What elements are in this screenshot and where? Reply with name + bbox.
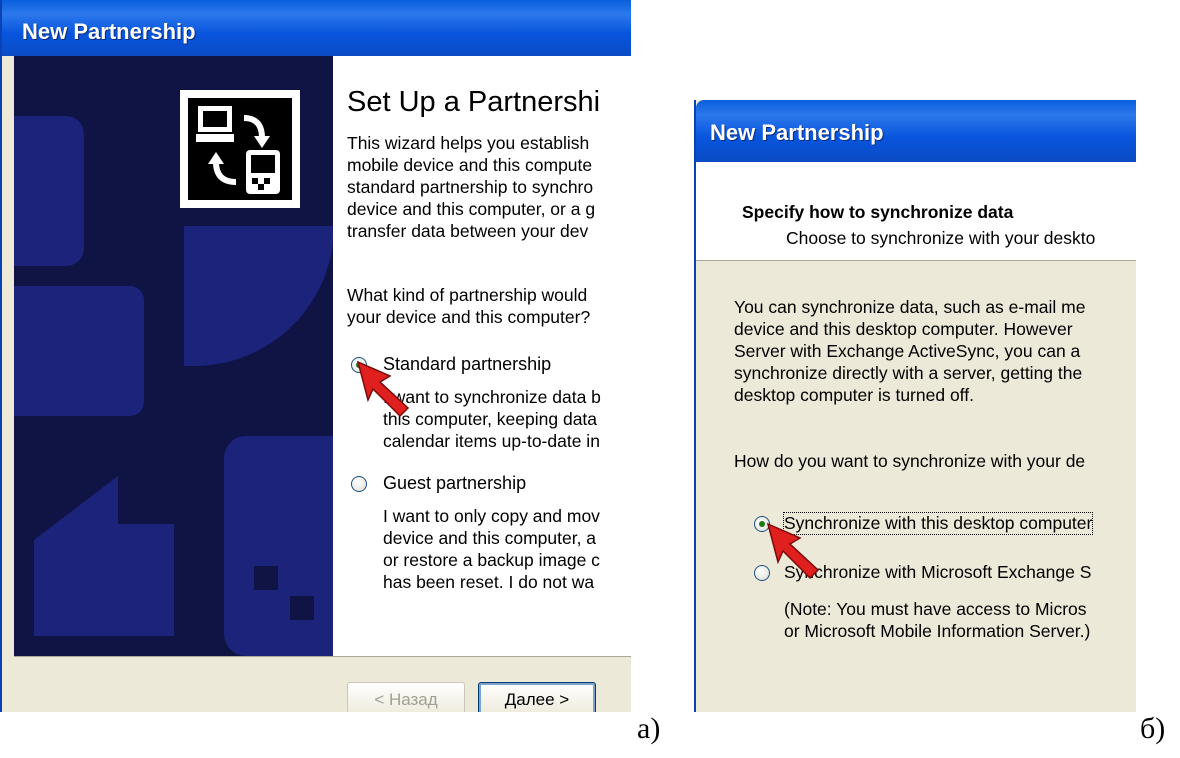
note-text: (Note: You must have access to Micros or… xyxy=(784,599,1091,641)
new-partnership-window-b: New Partnership Specify how to synchroni… xyxy=(694,100,1136,712)
sync-exchange-label[interactable]: Synchronize with Microsoft Exchange S xyxy=(784,562,1091,583)
wizard-art-panel xyxy=(14,56,333,656)
caption-a: а) xyxy=(637,712,661,745)
intro-text: This wizard helps you establish mobile d… xyxy=(347,133,596,241)
window-title: New Partnership xyxy=(710,120,884,145)
sync-desktop-label[interactable]: Synchronize with this desktop computer xyxy=(782,512,1094,535)
next-button[interactable]: Далее > xyxy=(478,682,596,712)
question-text: What kind of partnership would your devi… xyxy=(347,285,591,327)
caption-b: б) xyxy=(1140,712,1166,745)
page-title: Set Up a Partnershi xyxy=(347,86,601,118)
wizard-sync-icon xyxy=(180,90,300,208)
new-partnership-window-a: New Partnership Set Up a Partnershi This… xyxy=(0,0,631,712)
window-title: New Partnership xyxy=(22,19,196,44)
question-text: How do you want to synchronize with your… xyxy=(734,451,1086,471)
guest-partnership-label[interactable]: Guest partnership xyxy=(383,473,526,494)
pointer-arrow-icon xyxy=(766,522,820,580)
guest-partnership-radio[interactable] xyxy=(351,476,367,492)
wizard-header: Specify how to synchronize data Choose t… xyxy=(696,162,1136,261)
page-title: Specify how to synchronize data xyxy=(742,202,1014,222)
guest-partnership-description: I want to only copy and mov device and t… xyxy=(383,506,600,592)
page-subtitle: Choose to synchronize with your deskto xyxy=(786,228,1096,248)
description-text: You can synchronize data, such as e-mail… xyxy=(734,297,1086,405)
wizard-footer: < Назад Далее > xyxy=(14,656,631,712)
pointer-arrow-icon xyxy=(356,360,410,418)
title-bar[interactable]: New Partnership xyxy=(2,0,631,56)
back-button[interactable]: < Назад xyxy=(347,682,465,712)
wizard-content: Set Up a Partnershi This wizard helps yo… xyxy=(333,56,631,656)
title-bar[interactable]: New Partnership xyxy=(696,100,1136,162)
